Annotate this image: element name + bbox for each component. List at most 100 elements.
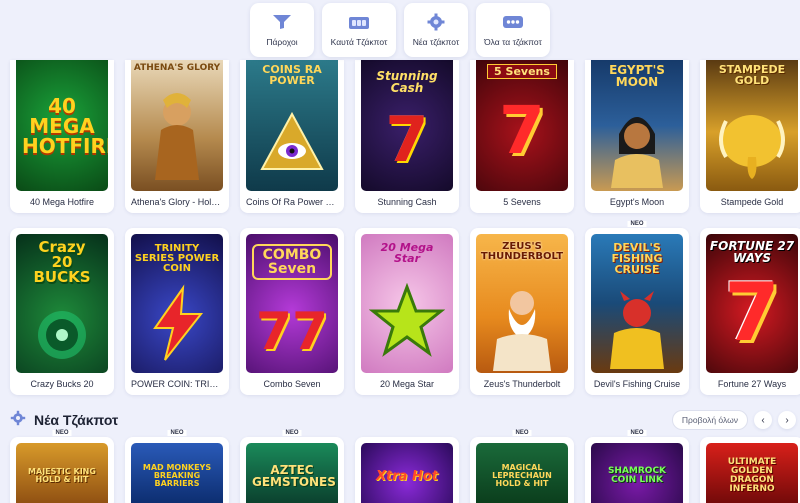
gear-jackpot-icon	[425, 13, 447, 31]
game-thumbnail: Crazy 20 BUCKS	[16, 234, 108, 373]
section-title: Νέα Τζάκποτ	[34, 412, 119, 428]
game-art-title: ATHENA'S GLORY	[133, 63, 221, 73]
game-thumbnail: MAJESTIC KING HOLD & HIT	[16, 443, 108, 503]
game-thumbnail: ATHENA'S GLORY	[131, 60, 223, 191]
game-art-title: 20 Mega Star	[380, 241, 434, 265]
game-name: 5 Sevens	[503, 197, 541, 207]
game-art-title: FORTUNE 27 WAYS	[709, 239, 795, 265]
seven-symbol: 7	[385, 102, 429, 176]
providers-label: Πάροχοι	[266, 37, 298, 47]
providers-button[interactable]: Πάροχοι	[250, 3, 314, 57]
game-art-title: DEVIL'S FISHING CRUISE	[611, 241, 663, 276]
game-thumbnail: 5 Sevens 7	[476, 60, 568, 191]
game-thumbnail: AZTEC GEMSTONES	[246, 443, 338, 503]
prev-arrow-button[interactable]: ‹	[754, 411, 772, 429]
new-jackpots-label: Νέα τζάκποτ	[412, 37, 460, 47]
game-art-title: ZEUS'S THUNDERBOLT	[480, 241, 564, 262]
game-name: Egypt's Moon	[609, 197, 665, 207]
game-thumbnail: COINS RA POWER	[246, 60, 338, 191]
game-thumbnail: SHAMROCK COIN LINK	[591, 443, 683, 503]
game-name: Crazy Bucks 20	[30, 379, 94, 389]
game-name: Devil's Fishing Cruise	[593, 379, 681, 389]
game-name: Athena's Glory - Hold & Hit	[131, 197, 223, 207]
game-card[interactable]: ΝΕΟ DEVIL'S FISHING CRUISE Devil's Fishi…	[585, 221, 689, 395]
game-card[interactable]: COMBO Seven 77 Combo Seven	[240, 228, 344, 395]
seven-symbol: 7	[499, 91, 545, 169]
game-card[interactable]: ΝΕΟ MAJESTIC KING HOLD & HIT	[10, 430, 114, 503]
game-thumbnail: STAMPEDE GOLD	[706, 60, 798, 191]
funnel-icon	[271, 13, 293, 31]
games-row-2: Crazy 20 BUCKS Crazy Bucks 20 TRINITY SE…	[10, 221, 800, 395]
game-card[interactable]: Stunning Cash 7 Stunning Cash	[355, 60, 459, 213]
game-card[interactable]: 40 MEGA HOTFIRE 40 Mega Hotfire	[10, 60, 114, 213]
game-name: Coins Of Ra Power Hold & Win	[246, 197, 338, 207]
game-thumbnail: ZEUS'S THUNDERBOLT	[476, 234, 568, 373]
game-card[interactable]: ΝΕΟ SHAMROCK COIN LINK	[585, 430, 689, 503]
new-badge: ΝΕΟ	[512, 430, 532, 436]
game-art-title: Crazy 20 BUCKS	[33, 238, 91, 286]
all-jackpots-label: Όλα τα τζάκποτ	[484, 37, 542, 47]
game-card[interactable]: STAMPEDE GOLD Stampede Gold	[700, 60, 800, 213]
game-art-title: TRINITY SERIES POWER COIN	[134, 243, 220, 274]
game-name: Zeus's Thunderbolt	[483, 379, 561, 389]
game-name: Stunning Cash	[377, 197, 437, 207]
game-art-title: MAD MONKEYS BREAKING BARRIERS	[142, 463, 212, 488]
seven-symbol: 77	[255, 301, 329, 362]
game-art-title: MAGICAL LEPRECHAUN HOLD & HIT	[492, 463, 552, 488]
new-jackpots-button[interactable]: Νέα τζάκποτ	[404, 3, 468, 57]
new-badge: ΝΕΟ	[167, 430, 187, 436]
game-art-title: 5 Sevens	[487, 64, 557, 79]
games-row-1: 40 MEGA HOTFIRE 40 Mega Hotfire ATHENA'S…	[10, 60, 800, 213]
hot-jackpots-label: Καυτά Τζάκποτ	[330, 37, 388, 47]
game-thumbnail: Stunning Cash 7	[361, 60, 453, 191]
game-card[interactable]: ΝΕΟ MAD MONKEYS BREAKING BARRIERS	[125, 430, 229, 503]
next-arrow-button[interactable]: ›	[778, 411, 796, 429]
view-all-button[interactable]: Προβολή όλων	[671, 410, 748, 430]
game-card[interactable]: 20 Mega Star 20 Mega Star	[355, 228, 459, 395]
game-name: Stampede Gold	[720, 197, 784, 207]
game-name: Combo Seven	[263, 379, 321, 389]
dots-jackpot-icon	[502, 13, 524, 31]
jackpot-filter-bar: Πάροχοι Καυτά Τζάκποτ Νέα τζάκποτ Όλα τα…	[0, 0, 800, 60]
new-jackpots-row: ΝΕΟ MAJESTIC KING HOLD & HIT ΝΕΟ MAD MON…	[10, 430, 800, 503]
game-card[interactable]: EGYPT'S MOON Egypt's Moon	[585, 60, 689, 213]
game-thumbnail: DEVIL'S FISHING CRUISE	[591, 234, 683, 373]
game-art-title: EGYPT'S MOON	[609, 63, 665, 89]
game-card[interactable]: COINS RA POWER Coins Of Ra Power Hold & …	[240, 60, 344, 213]
game-thumbnail: MAGICAL LEPRECHAUN HOLD & HIT	[476, 443, 568, 503]
game-art-title: STAMPEDE GOLD	[718, 63, 786, 87]
game-card[interactable]: ΝΕΟ AZTEC GEMSTONES	[240, 430, 344, 503]
game-card[interactable]: ULTIMATE GOLDEN DRAGON INFERNO	[700, 437, 800, 503]
new-jackpots-section-header: Νέα Τζάκποτ Προβολή όλων ‹ ›	[10, 408, 796, 432]
game-thumbnail: EGYPT'S MOON	[591, 60, 683, 191]
game-name: Fortune 27 Ways	[717, 379, 787, 389]
game-art-title: ULTIMATE GOLDEN DRAGON INFERNO	[727, 457, 777, 494]
hot-jackpots-button[interactable]: Καυτά Τζάκποτ	[322, 3, 396, 57]
game-thumbnail: 20 Mega Star	[361, 234, 453, 373]
game-card[interactable]: 5 Sevens 7 5 Sevens	[470, 60, 574, 213]
game-card[interactable]: Xtra Hot	[355, 437, 459, 503]
game-art-title: 40 MEGA HOTFIRE	[22, 93, 108, 158]
game-thumbnail: TRINITY SERIES POWER COIN	[131, 234, 223, 373]
game-card[interactable]: ΝΕΟ MAGICAL LEPRECHAUN HOLD & HIT	[470, 430, 574, 503]
game-thumbnail: COMBO Seven 77	[246, 234, 338, 373]
game-card[interactable]: TRINITY SERIES POWER COIN POWER COIN: TR…	[125, 228, 229, 395]
game-art-title: SHAMROCK COIN LINK	[607, 466, 667, 485]
new-badge: ΝΕΟ	[627, 221, 647, 227]
game-card[interactable]: ATHENA'S GLORY Athena's Glory - Hold & H…	[125, 60, 229, 213]
game-art-title: AZTEC GEMSTONES	[252, 463, 336, 489]
seven-symbol: 7	[724, 265, 780, 359]
game-card[interactable]: ZEUS'S THUNDERBOLT Zeus's Thunderbolt	[470, 228, 574, 395]
new-badge: ΝΕΟ	[52, 430, 72, 436]
new-badge: ΝΕΟ	[627, 430, 647, 436]
game-card[interactable]: FORTUNE 27 WAYS 7 Fortune 27 Ways	[700, 228, 800, 395]
gear-jackpot-icon	[10, 410, 26, 431]
game-card[interactable]: Crazy 20 BUCKS Crazy Bucks 20	[10, 228, 114, 395]
game-thumbnail: 40 MEGA HOTFIRE	[16, 60, 108, 191]
game-thumbnail: Xtra Hot	[361, 443, 453, 503]
game-name: POWER COIN: TRINITY SERIES	[131, 379, 223, 389]
game-thumbnail: MAD MONKEYS BREAKING BARRIERS	[131, 443, 223, 503]
game-thumbnail: FORTUNE 27 WAYS 7	[706, 234, 798, 373]
new-badge: ΝΕΟ	[282, 430, 302, 436]
all-jackpots-button[interactable]: Όλα τα τζάκποτ	[476, 3, 550, 57]
